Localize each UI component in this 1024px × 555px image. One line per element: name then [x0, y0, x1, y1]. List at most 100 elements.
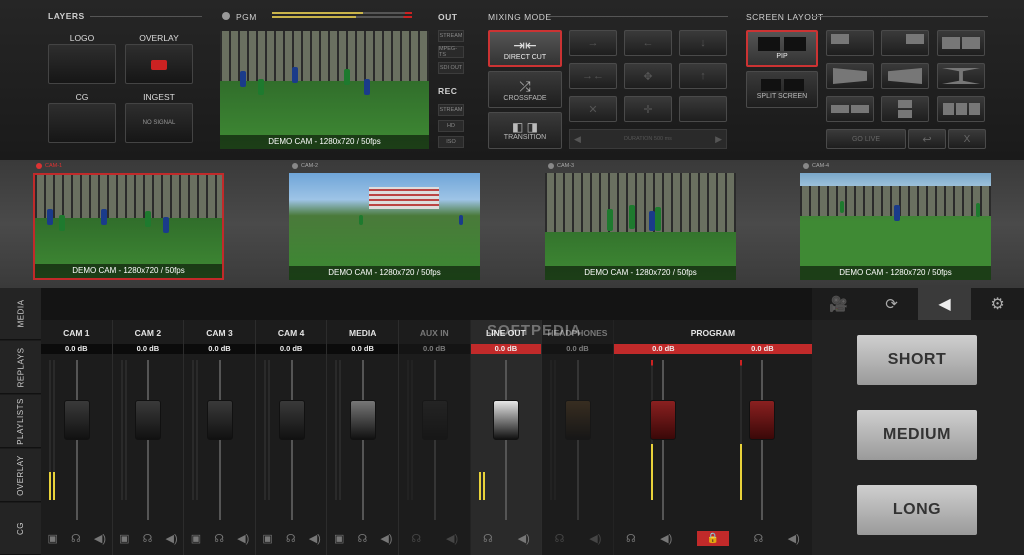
- layout-8-button[interactable]: [881, 96, 929, 122]
- medium-button[interactable]: MEDIUM: [857, 410, 977, 460]
- speaker-icon[interactable]: ◀): [166, 532, 178, 545]
- out-sdi-button[interactable]: SDI OUT: [438, 62, 464, 74]
- crossfade-button[interactable]: ⤮ CROSSFADE: [488, 71, 562, 108]
- headphones-icon[interactable]: ☊: [626, 532, 636, 545]
- headphones-icon[interactable]: ☊: [214, 532, 224, 545]
- cam1-label: CAM-1: [36, 163, 62, 169]
- layout-4-button[interactable]: [826, 63, 874, 89]
- cam2-preview[interactable]: DEMO CAM - 1280x720 / 50fps: [289, 173, 480, 280]
- speaker-icon[interactable]: ◀): [309, 532, 321, 545]
- headphones-icon[interactable]: ☊: [411, 532, 421, 545]
- transition-corner-button[interactable]: ✕: [569, 96, 617, 122]
- transition-split-in-button[interactable]: →←: [569, 63, 617, 89]
- headphones-icon[interactable]: ☊: [555, 532, 565, 545]
- speaker-icon[interactable]: ◀): [518, 532, 530, 545]
- undo-button[interactable]: ↩: [908, 129, 946, 149]
- layer-overlay-tile[interactable]: [125, 44, 193, 84]
- duration-decrease-icon[interactable]: ◀: [574, 134, 581, 145]
- transition-wipe-left-button[interactable]: ←: [624, 30, 672, 56]
- layout-6-button[interactable]: [937, 63, 985, 89]
- settings-tab[interactable]: ⚙: [971, 288, 1024, 320]
- split-screen-button[interactable]: SPLIT SCREEN: [746, 71, 818, 108]
- pgm-label: PGM: [236, 12, 257, 22]
- headphones-icon[interactable]: ☊: [483, 532, 493, 545]
- arrow-up-icon: ↑: [700, 70, 706, 82]
- layer-ingest-tile[interactable]: NO SIGNAL: [125, 103, 193, 143]
- layout-5-button[interactable]: [881, 63, 929, 89]
- pip-button[interactable]: PIP: [746, 30, 818, 67]
- layer-logo-tile[interactable]: [48, 44, 116, 84]
- fader-knob[interactable]: [63, 400, 90, 440]
- headphones-icon[interactable]: ☊: [71, 532, 81, 545]
- transition-split-out-button[interactable]: ✥: [624, 63, 672, 89]
- layout-7-button[interactable]: [826, 96, 874, 122]
- speaker-icon[interactable]: ◀): [589, 532, 601, 545]
- camera-icon[interactable]: ▣: [334, 532, 344, 545]
- fader-knob[interactable]: [135, 400, 162, 440]
- transition-wipe-down-button[interactable]: ↓: [679, 30, 727, 56]
- layer-cg-tile[interactable]: [48, 103, 116, 143]
- audio-tab[interactable]: ◀: [918, 288, 971, 320]
- camera-icon[interactable]: ▣: [262, 532, 272, 545]
- direct-cut-button[interactable]: ⇥⇤ DIRECT CUT: [488, 30, 562, 67]
- layout-8-icon: [898, 100, 912, 118]
- replay-tab[interactable]: 🎥: [812, 288, 865, 320]
- cam4-preview[interactable]: DEMO CAM - 1280x720 / 50fps: [800, 173, 991, 280]
- layout-1-button[interactable]: [826, 30, 874, 56]
- headphones-icon[interactable]: ☊: [143, 532, 153, 545]
- speaker-icon[interactable]: ◀): [788, 532, 800, 545]
- direct-cut-icon: ⇥⇤: [513, 36, 537, 53]
- duration-slider[interactable]: ◀ DURATION 500 ms ▶: [569, 129, 727, 149]
- fader-knob[interactable]: [421, 400, 448, 440]
- side-tab-replays[interactable]: REPLAYS: [0, 341, 41, 394]
- lock-icon[interactable]: 🔒: [696, 530, 730, 546]
- headphones-icon[interactable]: ☊: [753, 532, 763, 545]
- channel-cam-4: CAM 4 0.0 dB ▣ ☊ ◀): [255, 320, 328, 555]
- side-tab-overlay[interactable]: OVERLAY: [0, 449, 41, 502]
- close-layout-button[interactable]: X: [948, 129, 986, 149]
- speaker-icon[interactable]: ◀): [380, 532, 392, 545]
- fader-knob[interactable]: [493, 400, 520, 440]
- rec-stream-button[interactable]: STREAM: [438, 104, 464, 116]
- fader-knob[interactable]: [206, 400, 233, 440]
- channel-meter-left: [192, 360, 195, 500]
- headphones-icon[interactable]: ☊: [286, 532, 296, 545]
- long-button[interactable]: LONG: [857, 485, 977, 535]
- layout-9-button[interactable]: [937, 96, 985, 122]
- layout-2-button[interactable]: [881, 30, 929, 56]
- camera-icon[interactable]: ▣: [48, 532, 58, 545]
- transition-blank-button[interactable]: [679, 96, 727, 122]
- out-mpegts-button[interactable]: MPEG-TS: [438, 46, 464, 58]
- short-button[interactable]: SHORT: [857, 335, 977, 385]
- speaker-icon[interactable]: ◀): [660, 532, 672, 545]
- rec-hd-button[interactable]: HD: [438, 120, 464, 132]
- speaker-icon[interactable]: ◀): [446, 532, 458, 545]
- camera-icon[interactable]: ▣: [119, 532, 129, 545]
- program-fader-left[interactable]: [650, 400, 677, 440]
- speaker-icon[interactable]: ◀): [94, 532, 106, 545]
- transition-diamond-button[interactable]: ✛: [624, 96, 672, 122]
- layout-3-button[interactable]: [937, 30, 985, 56]
- cam1-preview[interactable]: DEMO CAM - 1280x720 / 50fps: [33, 173, 224, 280]
- layer-cg-label: CG: [75, 92, 89, 102]
- side-tab-playlists[interactable]: PLAYLISTS: [0, 395, 41, 448]
- out-stream-button[interactable]: STREAM: [438, 30, 464, 42]
- transition-wipe-right-button[interactable]: →: [569, 30, 617, 56]
- camera-icon[interactable]: ▣: [191, 532, 201, 545]
- cam3-preview[interactable]: DEMO CAM - 1280x720 / 50fps: [545, 173, 736, 280]
- rec-iso-button[interactable]: ISO: [438, 136, 464, 148]
- channel-db: 0.0 dB: [112, 344, 184, 354]
- go-live-button[interactable]: GO LIVE: [826, 129, 906, 149]
- rotate-tab[interactable]: ⟳: [865, 288, 918, 320]
- transition-wipe-up-button[interactable]: ↑: [679, 63, 727, 89]
- fader-knob[interactable]: [350, 400, 377, 440]
- transition-button[interactable]: ◧ ◨ TRANSITION: [488, 112, 562, 149]
- headphones-icon[interactable]: ☊: [357, 532, 367, 545]
- side-tab-cg[interactable]: CG: [0, 503, 41, 555]
- fader-knob[interactable]: [564, 400, 591, 440]
- fader-knob[interactable]: [278, 400, 305, 440]
- speaker-icon[interactable]: ◀): [237, 532, 249, 545]
- duration-increase-icon[interactable]: ▶: [715, 134, 722, 145]
- side-tab-media[interactable]: MEDIA: [0, 288, 41, 340]
- program-fader-right[interactable]: [749, 400, 776, 440]
